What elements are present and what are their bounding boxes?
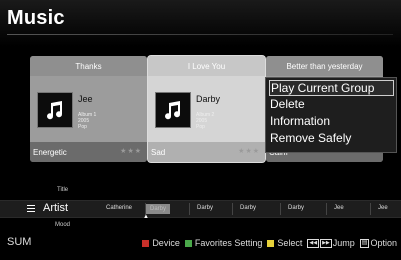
music-screen: Music Thanks Jee Album 1 2005 Pop Energe…	[0, 0, 401, 260]
hint-jump[interactable]: ◀◀ ▶▶ Jump	[307, 238, 355, 248]
hint-label: Jump	[332, 238, 355, 248]
card-body: Darby Album 2 2005 Pop	[148, 76, 265, 142]
mood-label: Energetic	[33, 148, 67, 157]
context-menu: Play Current Group Delete Information Re…	[265, 77, 397, 153]
red-key-icon	[142, 239, 150, 247]
hint-label: Select	[277, 238, 303, 248]
music-note-icon	[165, 101, 181, 120]
song-title: I Love You	[148, 56, 265, 76]
sort-bar: Title Artist Catherine Darby Darby Darby…	[0, 180, 401, 228]
rewind-key-icon: ◀◀	[307, 238, 320, 248]
hint-select[interactable]: Select	[267, 238, 302, 248]
genre: Pop	[78, 124, 87, 130]
menu-item-remove-safely[interactable]: Remove Safely	[269, 131, 392, 145]
strip-item-active[interactable]: Darby	[146, 204, 171, 214]
album-art	[155, 92, 191, 128]
card-body: Jee Album 1 2005 Pop	[30, 76, 147, 142]
strip-item[interactable]: Darby	[197, 205, 213, 211]
mood-label: Sad	[151, 148, 166, 157]
card-footer: Energetic ★★★	[30, 142, 147, 162]
artist-name: Darby	[196, 94, 221, 104]
divider	[280, 203, 281, 215]
hint-favorites[interactable]: Favorites Setting	[184, 238, 263, 248]
song-card-i-love-you[interactable]: I Love You Darby Album 2 2005 Pop Sad ★★…	[148, 56, 265, 162]
genre: Pop	[196, 124, 205, 130]
menu-item-delete[interactable]: Delete	[269, 97, 392, 111]
sort-strip: Artist Catherine Darby Darby Darby Darby…	[0, 200, 401, 218]
divider	[370, 203, 371, 215]
forward-key-icon: ▶▶	[320, 238, 332, 248]
key-hints: Device Favorites Setting Select ◀◀ ▶▶ Ju…	[137, 238, 397, 248]
divider	[326, 203, 327, 215]
strip-item[interactable]: Jee	[378, 205, 388, 211]
strip-item[interactable]: Catherine	[106, 205, 132, 211]
current-position-marker-icon: ▲	[143, 214, 149, 220]
menu-item-play-current-group[interactable]: Play Current Group	[269, 80, 394, 96]
hint-device[interactable]: Device	[142, 238, 180, 248]
yellow-key-icon	[267, 239, 275, 247]
strip-item[interactable]: Darby	[240, 205, 256, 211]
song-meta: Album 2 2005 Pop	[196, 112, 214, 130]
hint-option[interactable]: ▤ Option	[359, 238, 397, 248]
hint-label: Favorites Setting	[194, 238, 263, 248]
song-title: Thanks	[30, 56, 147, 76]
music-note-icon	[47, 101, 63, 120]
page-title: Music	[7, 7, 65, 29]
card-footer: Sad ★★★	[148, 142, 265, 162]
tools-key-icon: ▤	[359, 238, 370, 248]
strip-item[interactable]: Darby	[288, 205, 304, 211]
divider	[189, 203, 190, 215]
song-title: Better than yesterday	[266, 56, 383, 76]
rating-stars: ★★★	[120, 148, 142, 155]
title-divider	[7, 34, 393, 35]
album-art	[37, 92, 73, 128]
song-card-thanks[interactable]: Thanks Jee Album 1 2005 Pop Energetic ★★…	[30, 56, 147, 162]
artist-name: Jee	[78, 94, 93, 104]
song-meta: Album 1 2005 Pop	[78, 112, 96, 130]
sort-option-above[interactable]: Title	[57, 187, 68, 193]
list-icon	[27, 205, 35, 212]
device-name: SUM	[7, 236, 32, 248]
menu-item-information[interactable]: Information	[269, 114, 392, 128]
sort-current[interactable]: Artist	[43, 202, 68, 214]
hint-label: Option	[370, 238, 397, 248]
divider	[232, 203, 233, 215]
footer-bar: SUM Device Favorites Setting Select ◀◀ ▶…	[0, 230, 401, 260]
sort-option-below[interactable]: Mood	[55, 222, 70, 228]
hint-label: Device	[152, 238, 180, 248]
green-key-icon	[184, 239, 192, 247]
rating-stars: ★★★	[238, 148, 260, 155]
strip-item[interactable]: Jee	[334, 205, 344, 211]
